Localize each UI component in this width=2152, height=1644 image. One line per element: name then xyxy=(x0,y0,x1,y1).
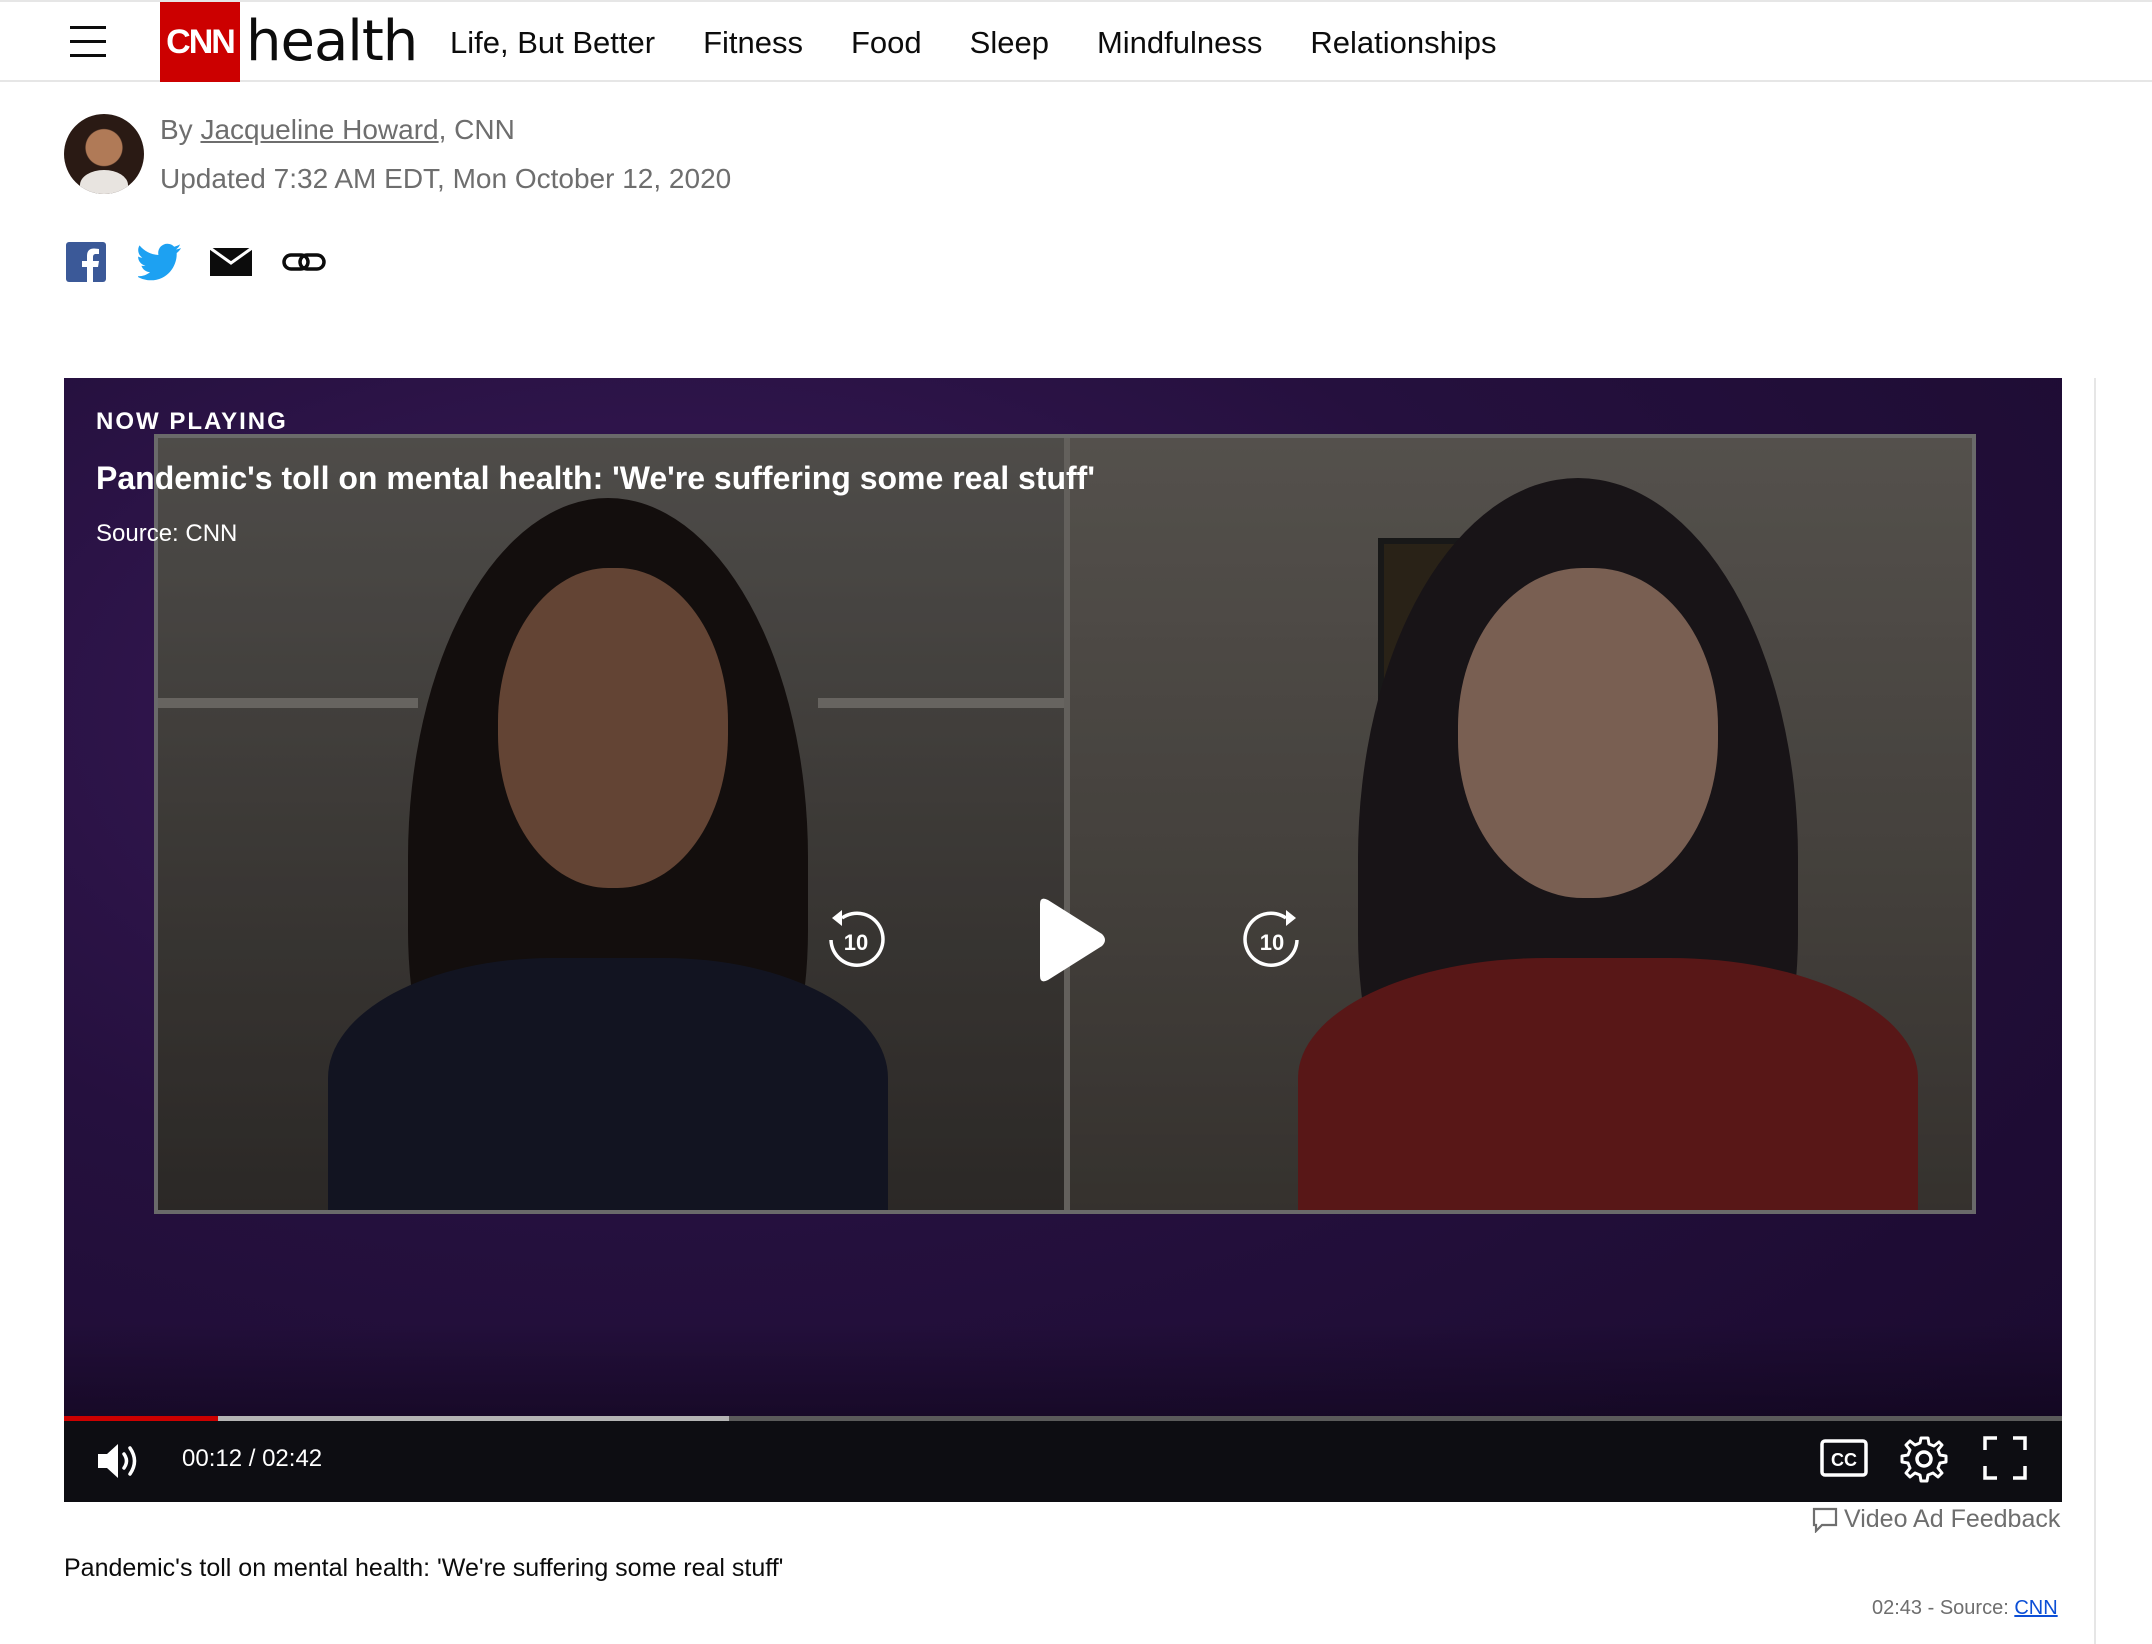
twitter-icon[interactable] xyxy=(138,242,182,282)
nav-fitness[interactable]: Fitness xyxy=(703,25,803,61)
now-playing-label: NOW PLAYING xyxy=(96,408,288,435)
cnn-logo[interactable]: CNN xyxy=(160,2,240,82)
email-icon[interactable] xyxy=(210,242,252,282)
nav-food[interactable]: Food xyxy=(851,25,922,61)
video-ad-feedback-link[interactable]: Video Ad Feedback xyxy=(1812,1505,2060,1534)
nav-life-but-better[interactable]: Life, But Better xyxy=(450,25,655,61)
facebook-icon[interactable] xyxy=(66,242,106,282)
rewind-10-icon[interactable]: 10 xyxy=(822,906,890,974)
total-duration: 02:42 xyxy=(262,1445,323,1472)
section-name-health[interactable]: health xyxy=(246,10,418,74)
video-meta-duration: 02:43 xyxy=(1872,1597,1923,1619)
author-link[interactable]: Jacqueline Howard xyxy=(200,114,438,145)
volume-icon[interactable] xyxy=(96,1439,146,1483)
cc-label: CC xyxy=(1831,1450,1857,1470)
nav-relationships[interactable]: Relationships xyxy=(1310,25,1496,61)
settings-gear-icon[interactable] xyxy=(1900,1435,1948,1483)
current-time: 00:12 xyxy=(182,1445,243,1472)
closed-captions-button[interactable]: CC xyxy=(1820,1439,1868,1477)
time-separator: / xyxy=(248,1445,263,1472)
link-icon[interactable] xyxy=(282,242,326,282)
video-player[interactable]: NOW PLAYING Pandemic's toll on mental he… xyxy=(64,378,2062,1502)
fullscreen-icon[interactable] xyxy=(1982,1435,2028,1481)
video-meta-source-prefix: - Source: xyxy=(1922,1597,2015,1619)
video-source: Source: CNN xyxy=(96,520,238,547)
forward-10-icon[interactable]: 10 xyxy=(1238,906,1306,974)
source-cnn-link[interactable]: CNN xyxy=(2014,1597,2057,1619)
nav-sleep[interactable]: Sleep xyxy=(970,25,1049,61)
video-title: Pandemic's toll on mental health: 'We're… xyxy=(96,460,1095,496)
byline: By Jacqueline Howard, CNN xyxy=(160,114,515,146)
video-caption: Pandemic's toll on mental health: 'We're… xyxy=(64,1554,784,1582)
rewind-10-label: 10 xyxy=(844,930,868,955)
author-avatar[interactable] xyxy=(64,114,144,194)
right-rail-divider xyxy=(2094,378,2096,1644)
menu-icon[interactable] xyxy=(70,24,106,58)
feedback-icon xyxy=(1812,1507,1838,1533)
updated-timestamp: Updated 7:32 AM EDT, Mon October 12, 202… xyxy=(160,163,732,194)
forward-10-label: 10 xyxy=(1260,930,1284,955)
play-icon[interactable] xyxy=(1030,894,1110,986)
video-ad-feedback-label: Video Ad Feedback xyxy=(1844,1505,2061,1533)
section-nav: Life, But Better Fitness Food Sleep Mind… xyxy=(450,2,1544,84)
video-overlay xyxy=(158,438,1972,1210)
video-meta: 02:43 - Source: CNN xyxy=(1872,1597,2058,1620)
byline-prefix: By xyxy=(160,114,193,145)
top-navigation-bar: CNN health Life, But Better Fitness Food… xyxy=(0,0,2152,82)
nav-mindfulness[interactable]: Mindfulness xyxy=(1097,25,1262,61)
video-frame[interactable] xyxy=(154,434,1976,1214)
control-bar: 00:12 / 02:42 CC xyxy=(64,1421,2062,1502)
byline-suffix: , CNN xyxy=(438,114,515,145)
playback-time: 00:12 / 02:42 xyxy=(182,1445,322,1473)
